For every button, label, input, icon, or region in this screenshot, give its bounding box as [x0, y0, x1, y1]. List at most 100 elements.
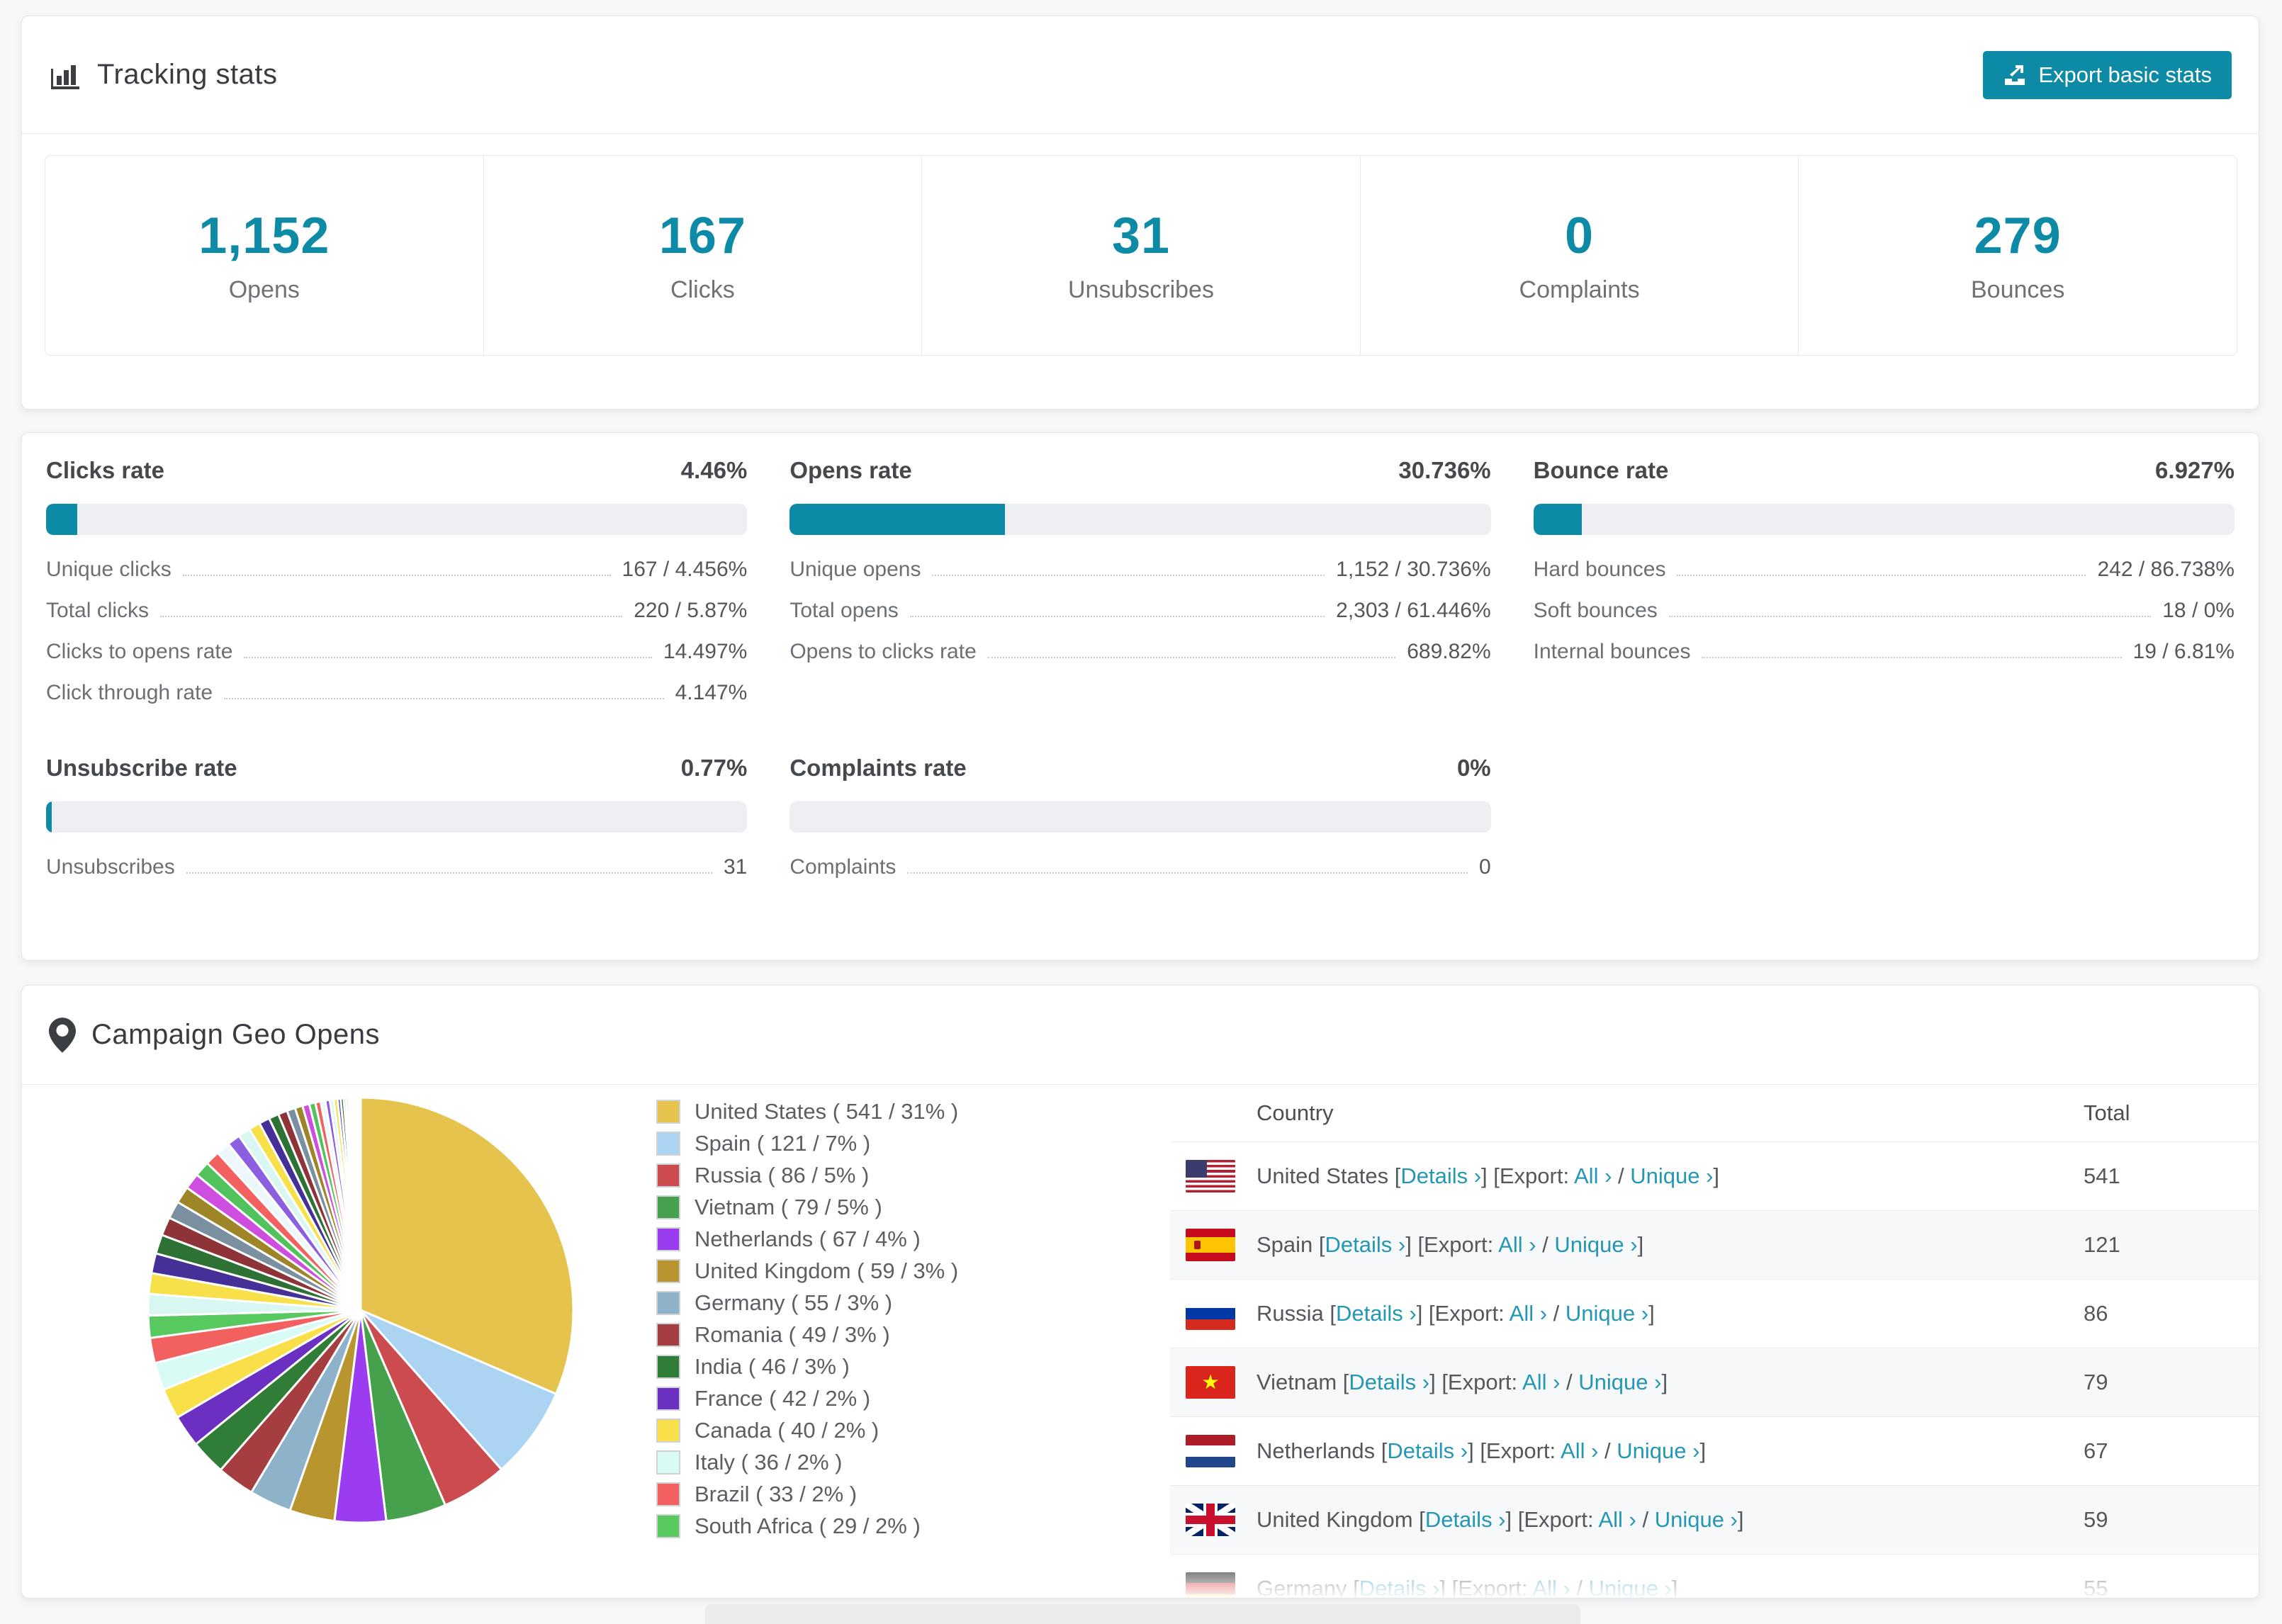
details-link[interactable]: Details › — [1349, 1370, 1429, 1394]
progress-bar — [46, 504, 748, 535]
rate-detail-row-unsubscribes: Unsubscribes 31 — [46, 855, 747, 896]
legend-swatch — [656, 1450, 680, 1474]
export-icon — [2003, 63, 2027, 87]
rate-head: Clicks rate 4.46% — [46, 457, 747, 484]
details-link[interactable]: Details › — [1425, 1507, 1506, 1532]
legend-swatch — [656, 1195, 680, 1219]
rate-detail-value: 167 / 4.456% — [622, 558, 748, 581]
details-link[interactable]: Details › — [1387, 1438, 1468, 1463]
legend-swatch — [656, 1514, 680, 1538]
legend-item-south-africa[interactable]: South Africa ( 29 / 2% ) — [656, 1513, 958, 1539]
below-fold-element — [705, 1604, 1580, 1624]
rate-title: Unsubscribe rate — [46, 755, 237, 781]
rate-detail-label: Complaints — [789, 855, 896, 879]
legend-swatch — [656, 1291, 680, 1315]
geo-header: Campaign Geo Opens — [22, 986, 2259, 1085]
legend-swatch — [656, 1100, 680, 1124]
legend-label: South Africa ( 29 / 2% ) — [695, 1513, 921, 1538]
rate-detail-label: Soft bounces — [1533, 599, 1658, 622]
rate-block-opens-rate: Opens rate 30.736% Unique opens 1,152 / … — [789, 457, 1491, 722]
rate-value: 0% — [1456, 755, 1491, 781]
details-link[interactable]: Details › — [1400, 1163, 1481, 1188]
geo-table: Country Total United States [Details ›] … — [1170, 1085, 2259, 1598]
export-unique-link[interactable]: Unique › — [1617, 1438, 1699, 1463]
progress-fill — [1533, 504, 1583, 535]
dotted-leader — [224, 698, 664, 699]
table-row-russia: Russia [Details ›] [Export: All › / Uniq… — [1170, 1279, 2259, 1348]
rate-head: Opens rate 30.736% — [789, 457, 1490, 484]
legend-label: Netherlands ( 67 / 4% ) — [695, 1227, 921, 1251]
table-row-vietnam: Vietnam [Details ›] [Export: All › / Uni… — [1170, 1348, 2259, 1416]
legend-item-italy[interactable]: Italy ( 36 / 2% ) — [656, 1450, 958, 1475]
legend-swatch — [656, 1387, 680, 1411]
pie-legend: United States ( 541 / 31% ) Spain ( 121 … — [656, 1099, 958, 1545]
total-cell: 59 — [2084, 1507, 2108, 1532]
country-links: Russia [Details ›] [Export: All › / Uniq… — [1257, 1301, 1655, 1326]
legend-item-spain[interactable]: Spain ( 121 / 7% ) — [656, 1131, 958, 1156]
export-unique-link[interactable]: Unique › — [1589, 1576, 1672, 1598]
legend-label: Spain ( 121 / 7% ) — [695, 1131, 871, 1156]
details-link[interactable]: Details › — [1359, 1576, 1440, 1598]
legend-item-india[interactable]: India ( 46 / 3% ) — [656, 1354, 958, 1380]
progress-fill — [46, 504, 78, 535]
rate-title: Bounce rate — [1533, 457, 1669, 483]
legend-item-germany[interactable]: Germany ( 55 / 3% ) — [656, 1290, 958, 1316]
rate-detail-value: 0 — [1478, 855, 1491, 879]
rate-head: Bounce rate 6.927% — [1534, 457, 2235, 484]
legend-label: Italy ( 36 / 2% ) — [695, 1450, 843, 1474]
rate-value: 30.736% — [1398, 457, 1491, 483]
details-link[interactable]: Details › — [1325, 1232, 1406, 1257]
legend-item-united-kingdom[interactable]: United Kingdom ( 59 / 3% ) — [656, 1258, 958, 1284]
legend-item-france[interactable]: France ( 42 / 2% ) — [656, 1386, 958, 1411]
legend-item-vietnam[interactable]: Vietnam ( 79 / 5% ) — [656, 1195, 958, 1220]
legend-item-romania[interactable]: Romania ( 49 / 3% ) — [656, 1322, 958, 1348]
rate-detail-value: 19 / 6.81% — [2132, 640, 2235, 663]
rate-title: Clicks rate — [46, 457, 164, 483]
stat-label: Clicks — [670, 276, 735, 303]
export-all-link[interactable]: All › — [1522, 1370, 1560, 1394]
stat-card-unsubscribes: 31 Unsubscribes — [922, 156, 1361, 355]
total-cell: 86 — [2084, 1301, 2108, 1326]
flag-us-icon — [1186, 1160, 1235, 1192]
rate-detail-value: 242 / 86.738% — [2097, 558, 2235, 581]
legend-item-brazil[interactable]: Brazil ( 33 / 2% ) — [656, 1482, 958, 1507]
dotted-leader — [987, 657, 1396, 658]
rate-detail-value: 2,303 / 61.446% — [1336, 599, 1491, 622]
rate-detail-label: Unsubscribes — [46, 855, 175, 879]
stat-label: Unsubscribes — [1067, 276, 1214, 303]
dotted-leader — [1668, 616, 2152, 617]
stat-value: 1,152 — [198, 208, 330, 264]
legend-label: United States ( 541 / 31% ) — [695, 1099, 959, 1124]
rate-detail-value: 689.82% — [1407, 640, 1491, 663]
country-links: Netherlands [Details ›] [Export: All › /… — [1257, 1438, 1707, 1463]
details-link[interactable]: Details › — [1336, 1301, 1417, 1326]
export-unique-link[interactable]: Unique › — [1655, 1507, 1738, 1532]
legend-item-united-states[interactable]: United States ( 541 / 31% ) — [656, 1099, 958, 1124]
stat-value: 279 — [1974, 208, 2062, 264]
export-all-link[interactable]: All › — [1498, 1232, 1536, 1257]
legend-swatch — [656, 1323, 680, 1347]
export-unique-link[interactable]: Unique › — [1578, 1370, 1661, 1394]
legend-item-canada[interactable]: Canada ( 40 / 2% ) — [656, 1418, 958, 1443]
export-basic-stats-button[interactable]: Export basic stats — [1983, 50, 2232, 99]
legend-item-netherlands[interactable]: Netherlands ( 67 / 4% ) — [656, 1227, 958, 1252]
rate-detail-row-hard-bounces: Hard bounces 242 / 86.738% — [1534, 558, 2235, 599]
export-unique-link[interactable]: Unique › — [1554, 1232, 1637, 1257]
country-links: Spain [Details ›] [Export: All › / Uniqu… — [1257, 1232, 1644, 1257]
export-all-link[interactable]: All › — [1574, 1163, 1612, 1188]
export-all-link[interactable]: All › — [1561, 1438, 1598, 1463]
rate-detail-row-unique-opens: Unique opens 1,152 / 30.736% — [789, 558, 1490, 599]
export-unique-link[interactable]: Unique › — [1566, 1301, 1648, 1326]
export-all-link[interactable]: All › — [1532, 1576, 1570, 1598]
legend-item-russia[interactable]: Russia ( 86 / 5% ) — [656, 1163, 958, 1188]
rate-detail-value: 14.497% — [663, 640, 748, 663]
rate-detail-value: 31 — [723, 855, 748, 879]
export-unique-link[interactable]: Unique › — [1630, 1163, 1713, 1188]
export-all-link[interactable]: All › — [1510, 1301, 1547, 1326]
legend-label: France ( 42 / 2% ) — [695, 1386, 871, 1411]
legend-label: Brazil ( 33 / 2% ) — [695, 1482, 858, 1506]
rates-card: Clicks rate 4.46% Unique clicks 167 / 4.… — [21, 432, 2259, 961]
legend-swatch — [656, 1419, 680, 1443]
export-all-link[interactable]: All › — [1598, 1507, 1636, 1532]
pie-slice-other-46[interactable] — [359, 1096, 362, 1311]
